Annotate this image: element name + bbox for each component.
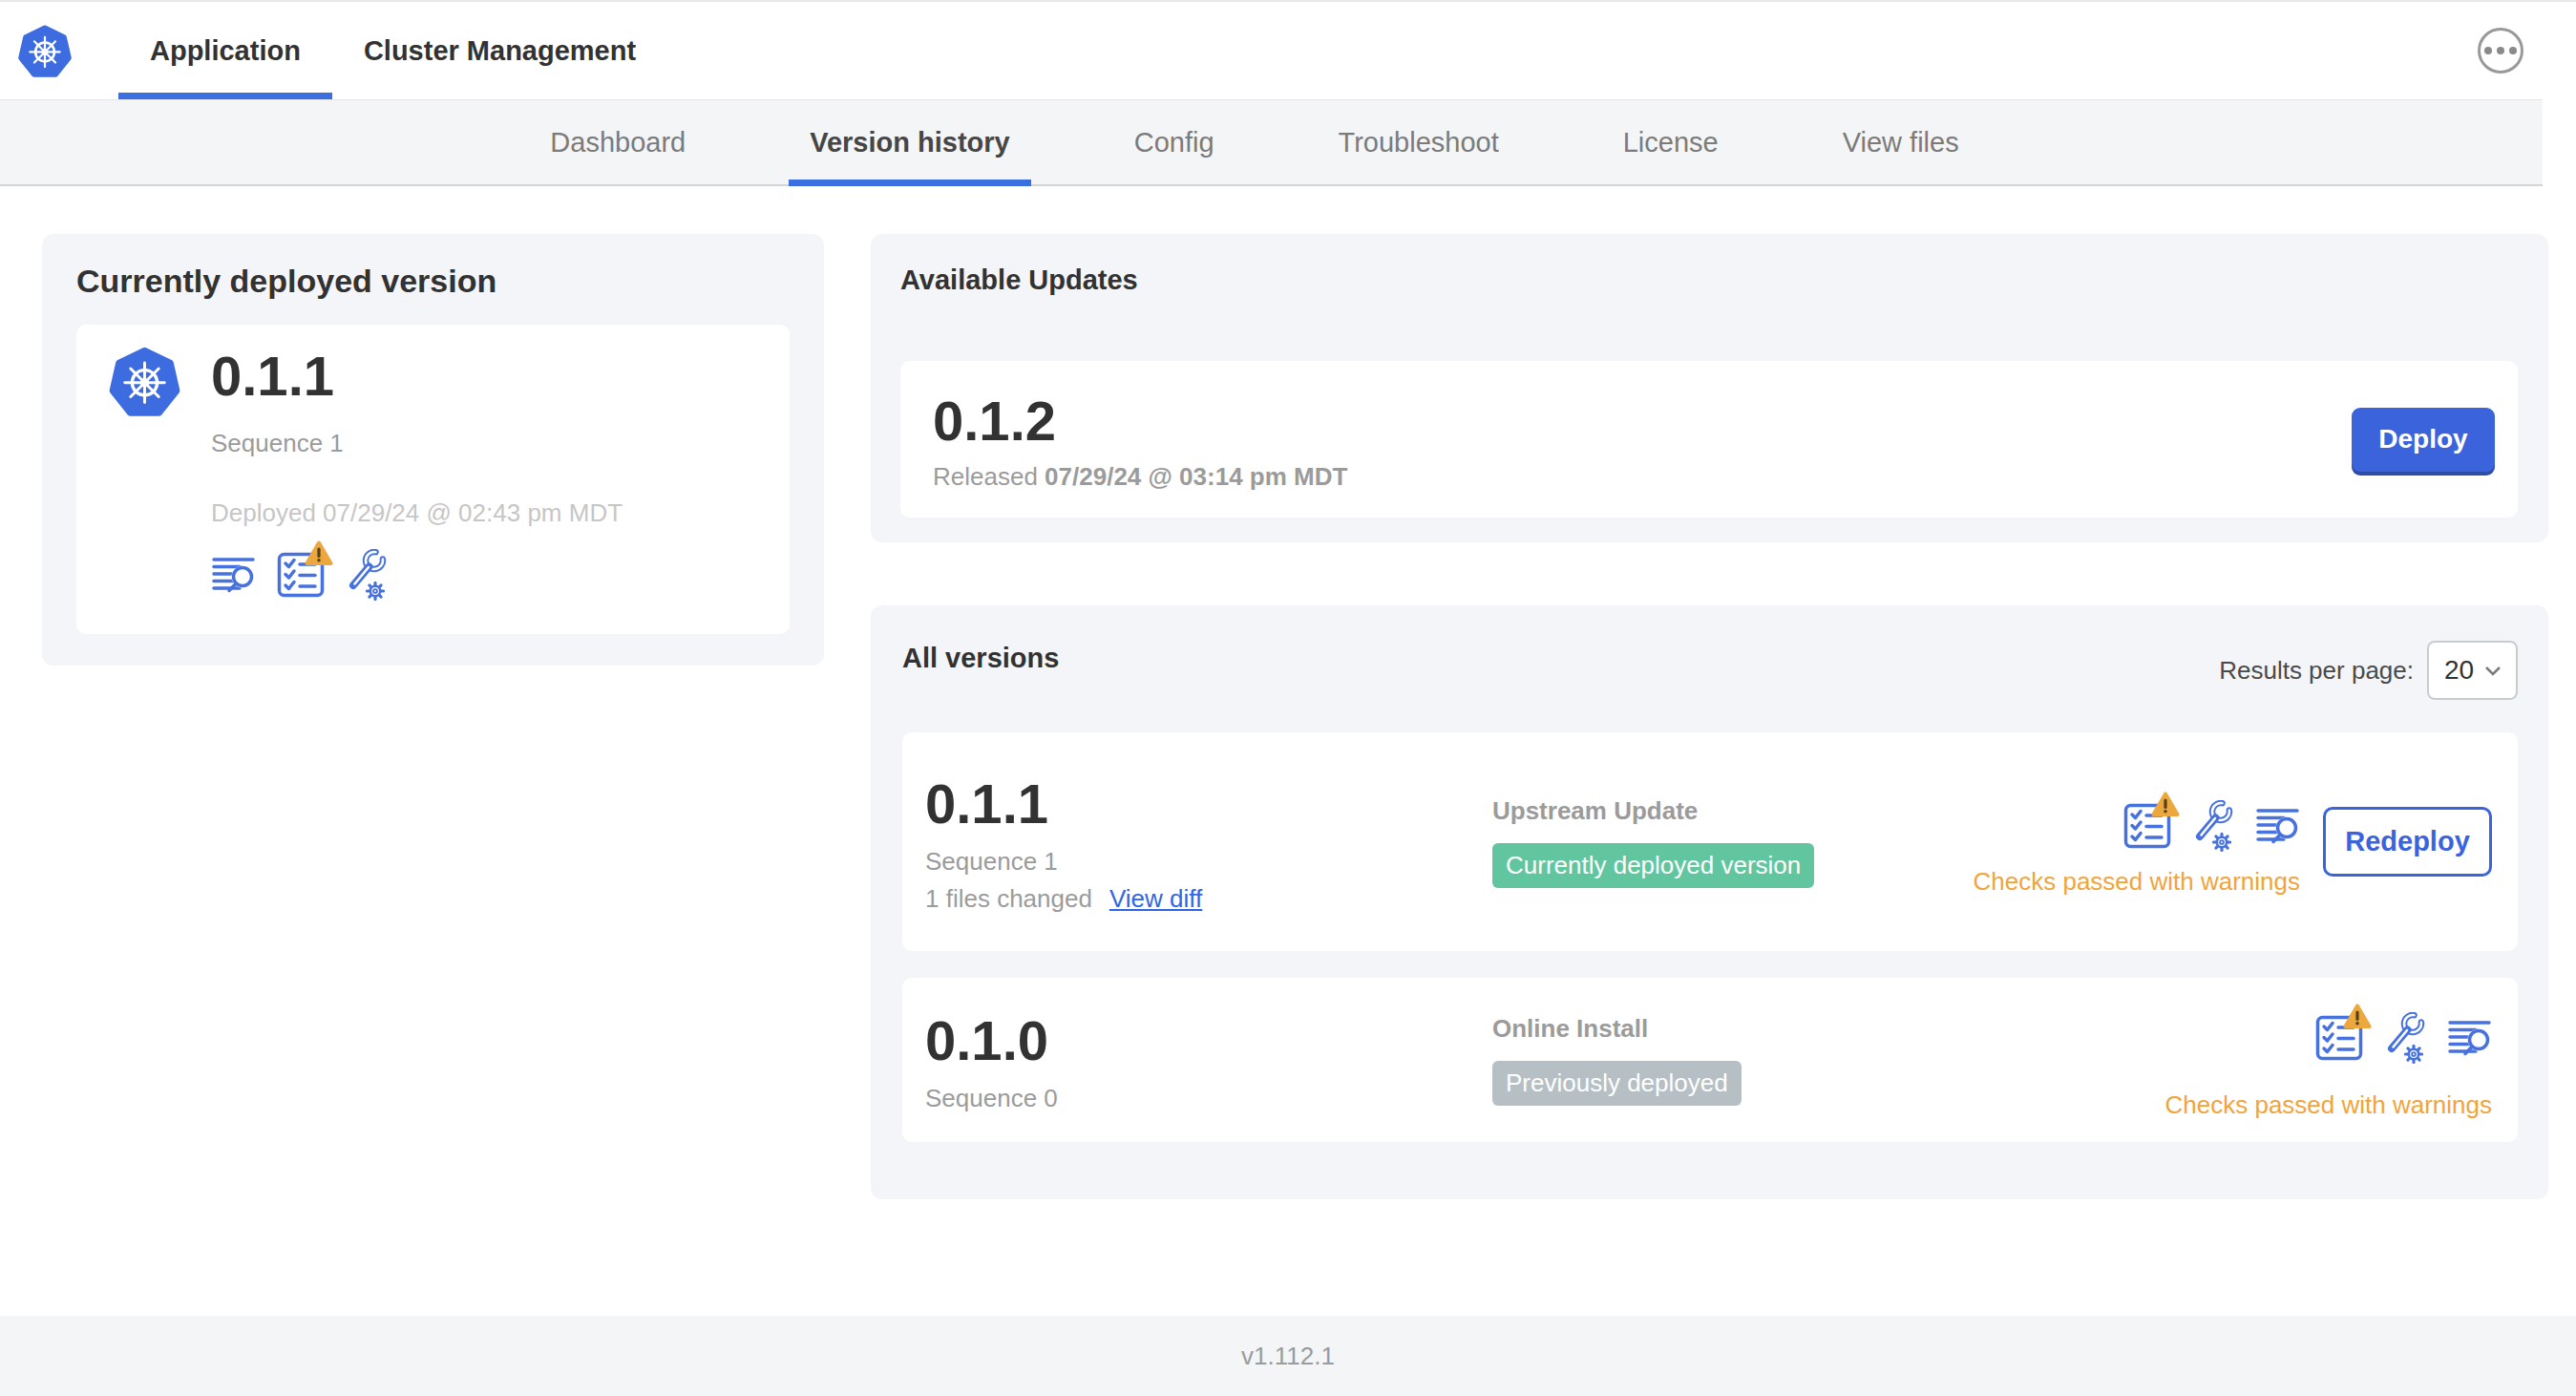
update-version-number: 0.1.2 <box>933 388 1347 455</box>
console-version: v1.112.1 <box>1241 1342 1335 1371</box>
tab-cluster-management-label: Cluster Management <box>364 35 636 67</box>
app-footer: v1.112.1 <box>0 1316 2576 1396</box>
row-sequence: Sequence 0 <box>925 1084 1492 1113</box>
warning-triangle-icon <box>2151 792 2180 817</box>
files-changed: 1 files changedView diff <box>925 884 1492 914</box>
results-per-page-label: Results per page: <box>2219 656 2414 686</box>
preflight-checks-warning-icon[interactable] <box>2315 1015 2363 1061</box>
row-sequence: Sequence 1 <box>925 847 1492 877</box>
kubernetes-logo-icon <box>17 25 73 80</box>
chevron-down-icon <box>2483 664 2502 677</box>
app-icon <box>108 347 181 420</box>
all-versions-title: All versions <box>902 643 1059 674</box>
release-notes-icon[interactable] <box>2255 807 2300 845</box>
release-notes-icon[interactable] <box>2447 1019 2492 1057</box>
ellipsis-icon <box>2484 47 2492 54</box>
version-source: Upstream Update <box>1492 796 1814 826</box>
config-icon[interactable] <box>346 549 388 601</box>
app-header: Application Cluster Management <box>0 2 2576 99</box>
results-per-page-select[interactable]: 20 <box>2427 641 2518 700</box>
main-content: Currently deployed version 0.1.1 Sequenc… <box>0 186 2576 1199</box>
deployed-timestamp: Deployed 07/29/24 @ 02:43 pm MDT <box>211 498 623 528</box>
released-timestamp: Released 07/29/24 @ 03:14 pm MDT <box>933 462 1347 492</box>
status-badge-previously-deployed: Previously deployed <box>1492 1061 1742 1106</box>
warning-triangle-icon <box>305 540 333 566</box>
nav-tab-dashboard[interactable]: Dashboard <box>529 100 707 184</box>
checks-status[interactable]: Checks passed with warnings <box>1974 867 2301 897</box>
nav-tab-version-history[interactable]: Version history <box>789 100 1031 184</box>
available-updates-title: Available Updates <box>900 264 2518 296</box>
nav-tab-view-files[interactable]: View files <box>1822 100 1980 184</box>
nav-tab-config[interactable]: Config <box>1113 100 1235 184</box>
redeploy-button[interactable]: Redeploy <box>2323 807 2492 877</box>
view-diff-link[interactable]: View diff <box>1109 884 1202 913</box>
tab-cluster-management[interactable]: Cluster Management <box>332 2 667 99</box>
preflight-checks-warning-icon[interactable] <box>2123 803 2171 849</box>
status-badge-currently-deployed: Currently deployed version <box>1492 843 1814 888</box>
overflow-menu-button[interactable] <box>2478 28 2523 74</box>
config-icon[interactable] <box>2384 1012 2426 1064</box>
deploy-button[interactable]: Deploy <box>2352 408 2495 472</box>
warning-triangle-icon <box>2343 1004 2372 1029</box>
nav-tab-license[interactable]: License <box>1602 100 1740 184</box>
current-version-number: 0.1.1 <box>211 343 623 410</box>
currently-deployed-card: Currently deployed version 0.1.1 Sequenc… <box>42 234 824 666</box>
row-version-number: 0.1.0 <box>925 1007 1492 1074</box>
preflight-checks-warning-icon[interactable] <box>277 552 325 598</box>
tab-application-label: Application <box>150 35 301 67</box>
available-updates-card: Available Updates 0.1.2 Released 07/29/2… <box>871 234 2548 542</box>
version-row-0-1-1: 0.1.1 Sequence 1 1 files changedView dif… <box>902 732 2518 951</box>
tab-application[interactable]: Application <box>118 2 332 99</box>
page: Application Cluster Management Dashboard… <box>0 0 2576 1396</box>
update-row: 0.1.2 Released 07/29/24 @ 03:14 pm MDT D… <box>900 361 2518 518</box>
checks-status[interactable]: Checks passed with warnings <box>2165 1090 2493 1120</box>
currently-deployed-title: Currently deployed version <box>76 263 790 300</box>
row-version-number: 0.1.1 <box>925 771 1492 837</box>
version-row-0-1-0: 0.1.0 Sequence 0 Online Install Previous… <box>902 978 2518 1142</box>
app-subnav: Dashboard Version history Config Trouble… <box>0 99 2543 186</box>
release-notes-icon[interactable] <box>211 556 256 594</box>
currently-deployed-version-panel: 0.1.1 Sequence 1 Deployed 07/29/24 @ 02:… <box>76 325 790 634</box>
current-sequence: Sequence 1 <box>211 429 623 458</box>
all-versions-card: All versions Results per page: 20 0.1.1 … <box>871 605 2548 1199</box>
nav-tab-troubleshoot[interactable]: Troubleshoot <box>1318 100 1520 184</box>
config-icon[interactable] <box>2192 800 2234 852</box>
version-source: Online Install <box>1492 1014 1742 1044</box>
header-tabs: Application Cluster Management <box>118 2 667 99</box>
